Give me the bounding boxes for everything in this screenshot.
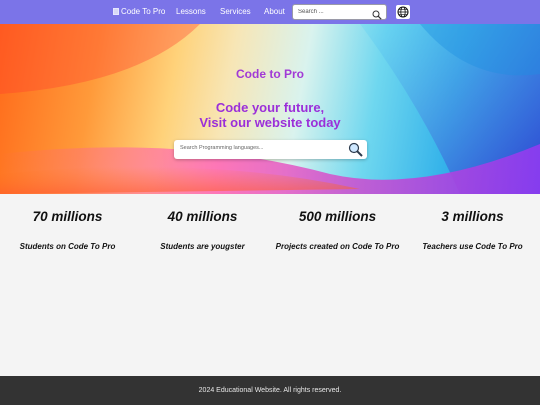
stat-label: Projects created on Code To Pro [275,242,400,251]
hero-tagline-line2: Visit our website today [199,115,341,130]
stat-label: Students on Code To Pro [19,242,116,251]
hero-title: Code to Pro [236,67,304,81]
site-logo[interactable]: Code To Pro [113,7,165,16]
hero-search-box [174,140,367,159]
broken-image-icon [113,8,119,15]
stat-item: 70 millions Students on Code To Pro [0,209,135,251]
stat-value: 70 millions [32,209,103,224]
stats-section: 70 millions Students on Code To Pro 40 m… [0,194,540,376]
stat-label: Teachers use Code To Pro [422,242,523,251]
stat-label: Students are yougster [160,242,245,251]
search-icon[interactable] [348,142,363,162]
hero-banner: Code to Pro Code your future, Visit our … [0,24,540,194]
stat-value: 40 millions [167,209,238,224]
footer-copyright: 2024 Educational Website. All rights res… [198,387,342,394]
stat-value: 500 millions [298,209,377,224]
hero-search-input[interactable] [180,145,340,151]
globe-icon[interactable] [396,5,410,19]
logo-alt-text: Code To Pro [121,7,166,16]
nav-search-box [292,4,387,20]
stat-item: 500 millions Projects created on Code To… [270,209,405,251]
nav-link-lessons[interactable]: Lessons [176,7,206,16]
nav-link-about[interactable]: About [264,7,285,16]
nav-search-input[interactable] [298,9,370,15]
stat-item: 40 millions Students are yougster [135,209,270,251]
page-footer: 2024 Educational Website. All rights res… [0,376,540,405]
hero-tagline-line1: Code your future, [215,100,325,115]
top-navbar: Code To Pro Lessons Services About [0,0,540,24]
stat-item: 3 millions Teachers use Code To Pro [405,209,540,251]
stat-value: 3 millions [441,209,504,224]
nav-link-services[interactable]: Services [220,7,251,16]
search-icon[interactable] [372,7,382,25]
